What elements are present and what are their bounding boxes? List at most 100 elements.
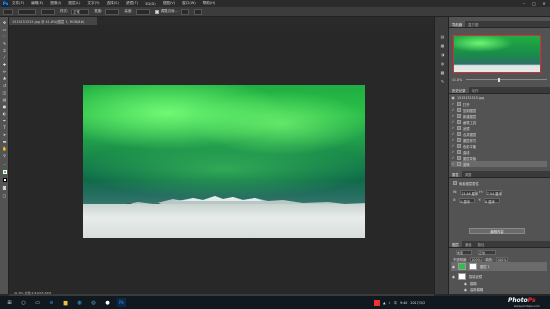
tab-channels[interactable]: 通道 bbox=[462, 241, 475, 247]
path-select-tool-icon[interactable]: ➤ bbox=[1, 132, 8, 138]
navigator-zoom-slider[interactable] bbox=[466, 77, 547, 82]
tray-app-icon[interactable] bbox=[374, 299, 380, 306]
eyedropper-tool-icon[interactable]: ⁄ bbox=[1, 55, 8, 61]
app-icon[interactable]: ● bbox=[103, 298, 112, 307]
tab-adjustments[interactable]: 调整 bbox=[462, 171, 475, 177]
auto-checkbox[interactable] bbox=[154, 9, 159, 14]
more-tools-icon[interactable]: … bbox=[1, 161, 8, 167]
shape-tool-icon[interactable]: ▬ bbox=[1, 139, 8, 145]
history-brush-tool-icon[interactable]: ↺ bbox=[1, 83, 8, 89]
volume-icon[interactable]: ♪ bbox=[389, 301, 391, 305]
date[interactable]: 2017/3/2 bbox=[410, 301, 425, 305]
feather-field[interactable] bbox=[41, 8, 55, 15]
menu-image[interactable]: 图像(I) bbox=[50, 1, 61, 6]
color-panel-icon[interactable]: ◍ bbox=[439, 60, 446, 67]
gradient-tool-icon[interactable]: ▤ bbox=[1, 97, 8, 103]
refine-edge-button[interactable]: 调整边缘... bbox=[161, 9, 178, 14]
extra-field[interactable] bbox=[180, 8, 189, 15]
fill-field[interactable]: 100% bbox=[496, 256, 509, 262]
brush-tool-icon[interactable]: ✏ bbox=[1, 69, 8, 75]
height-field[interactable] bbox=[135, 8, 150, 15]
zoom-slider-knob[interactable] bbox=[498, 77, 501, 82]
menu-filter[interactable]: 滤镜(T) bbox=[126, 1, 138, 6]
windows-start-icon[interactable]: ⊞ bbox=[5, 298, 14, 307]
menu-edit[interactable]: 编辑(E) bbox=[31, 1, 43, 6]
blur-tool-icon[interactable]: ● bbox=[1, 104, 8, 110]
tab-properties[interactable]: 属性 bbox=[449, 171, 462, 177]
menu-file[interactable]: 文件(F) bbox=[12, 1, 24, 6]
style-select[interactable]: 正常 bbox=[71, 8, 90, 15]
close-button[interactable]: ✕ bbox=[539, 0, 549, 7]
clone-stamp-tool-icon[interactable]: ♣ bbox=[1, 76, 8, 82]
opacity-field[interactable]: 100% bbox=[470, 256, 483, 262]
document-tab[interactable]: 1515151515.jpg @ 41.8%(图层 1, RGB/8#) bbox=[9, 17, 97, 25]
marquee-tool-icon[interactable]: ▭ bbox=[1, 27, 8, 33]
h-field[interactable]: 7.54 厘米 bbox=[485, 189, 502, 196]
screen-mode-icon[interactable]: ▢ bbox=[1, 193, 8, 199]
input-language[interactable]: 中 bbox=[394, 300, 397, 305]
navigator-thumbnail[interactable] bbox=[453, 35, 541, 73]
tool-preset-picker[interactable] bbox=[3, 8, 13, 15]
width-field[interactable] bbox=[105, 8, 120, 15]
tab-navigator[interactable]: 导航器 bbox=[449, 21, 466, 27]
photoshop-taskbar-icon[interactable]: Ps bbox=[117, 298, 126, 307]
layer-row-selected[interactable]: ◉ 图层 1 bbox=[451, 262, 547, 271]
pen-tool-icon[interactable]: ✒ bbox=[1, 118, 8, 124]
quick-mask-icon[interactable]: ◙ bbox=[1, 185, 8, 191]
history-item-current[interactable]: ✓ 变换 bbox=[451, 161, 547, 167]
tab-paths[interactable]: 路径 bbox=[475, 241, 488, 247]
menu-view[interactable]: 视图(V) bbox=[163, 1, 175, 6]
menu-layer[interactable]: 图层(L) bbox=[68, 1, 80, 6]
y-field[interactable]: 0 厘米 bbox=[484, 197, 501, 204]
zoom-tool-icon[interactable]: ⚲ bbox=[1, 153, 8, 159]
dodge-tool-icon[interactable]: ◐ bbox=[1, 111, 8, 117]
tab-layers[interactable]: 图层 bbox=[449, 241, 462, 247]
tab-actions[interactable]: 动作 bbox=[469, 87, 482, 93]
visibility-eye-icon[interactable]: ◉ bbox=[451, 264, 456, 269]
maximize-button[interactable]: □ bbox=[529, 0, 539, 7]
eraser-tool-icon[interactable]: ◫ bbox=[1, 90, 8, 96]
adjustments-panel-icon[interactable]: ◑ bbox=[439, 51, 446, 58]
lasso-tool-icon[interactable]: ➰ bbox=[1, 34, 8, 40]
crop-tool-icon[interactable]: ⌗ bbox=[1, 48, 8, 54]
menu-window[interactable]: 窗口(W) bbox=[182, 1, 196, 6]
blend-mode-select[interactable]: 正常 bbox=[478, 249, 496, 255]
visibility-eye-icon[interactable]: ◉ bbox=[463, 287, 468, 292]
extra-field-2[interactable] bbox=[193, 8, 202, 15]
brush-panel-icon[interactable]: ✎ bbox=[439, 78, 446, 85]
search-icon[interactable]: ○ bbox=[19, 298, 28, 307]
store-icon[interactable]: ◍ bbox=[75, 298, 84, 307]
background-color-swatch[interactable] bbox=[1, 177, 8, 183]
browser-icon[interactable]: ◎ bbox=[89, 298, 98, 307]
selection-mode-buttons[interactable] bbox=[18, 8, 36, 15]
move-tool-icon[interactable]: ✥ bbox=[1, 20, 8, 26]
swatches-panel-icon[interactable]: ▩ bbox=[439, 69, 446, 76]
type-tool-icon[interactable]: T bbox=[1, 125, 8, 131]
hand-tool-icon[interactable]: ✋ bbox=[1, 146, 8, 152]
edit-contents-button[interactable]: 编辑内容 bbox=[469, 228, 525, 234]
properties-panel-icon[interactable]: ▦ bbox=[439, 42, 446, 49]
w-field[interactable]: 13.46 厘米 bbox=[460, 189, 478, 196]
menu-type[interactable]: 文字(Y) bbox=[87, 1, 99, 6]
menu-help[interactable]: 帮助(H) bbox=[203, 1, 216, 6]
task-view-icon[interactable]: ▭ bbox=[33, 298, 42, 307]
aurora-photo[interactable] bbox=[83, 85, 365, 238]
menu-3d[interactable]: 3D(D) bbox=[145, 2, 156, 6]
spot-healing-tool-icon[interactable]: ✚ bbox=[1, 62, 8, 68]
history-step-icon bbox=[457, 114, 461, 118]
tab-histogram[interactable]: 直方图 bbox=[465, 21, 481, 27]
clock[interactable]: 9:40 bbox=[400, 301, 407, 305]
edge-browser-icon[interactable]: e bbox=[47, 298, 56, 307]
navigator-zoom-value[interactable]: 41.8% bbox=[452, 78, 462, 82]
tab-history[interactable]: 历史记录 bbox=[449, 87, 469, 93]
history-panel-icon[interactable]: ▤ bbox=[439, 33, 446, 40]
x-field[interactable]: 0 厘米 bbox=[459, 197, 476, 204]
minimize-button[interactable]: – bbox=[519, 0, 529, 7]
foreground-color-swatch[interactable] bbox=[1, 169, 8, 175]
layer-kind-filter[interactable]: 类型 bbox=[456, 249, 472, 255]
file-explorer-icon[interactable]: ▆ bbox=[61, 298, 70, 307]
quick-select-tool-icon[interactable]: ✎ bbox=[1, 41, 8, 47]
layer-row[interactable]: ◉ 高斯模糊 bbox=[451, 285, 547, 294]
menu-select[interactable]: 选择(S) bbox=[107, 1, 119, 6]
network-icon[interactable]: ▲ bbox=[383, 301, 386, 305]
